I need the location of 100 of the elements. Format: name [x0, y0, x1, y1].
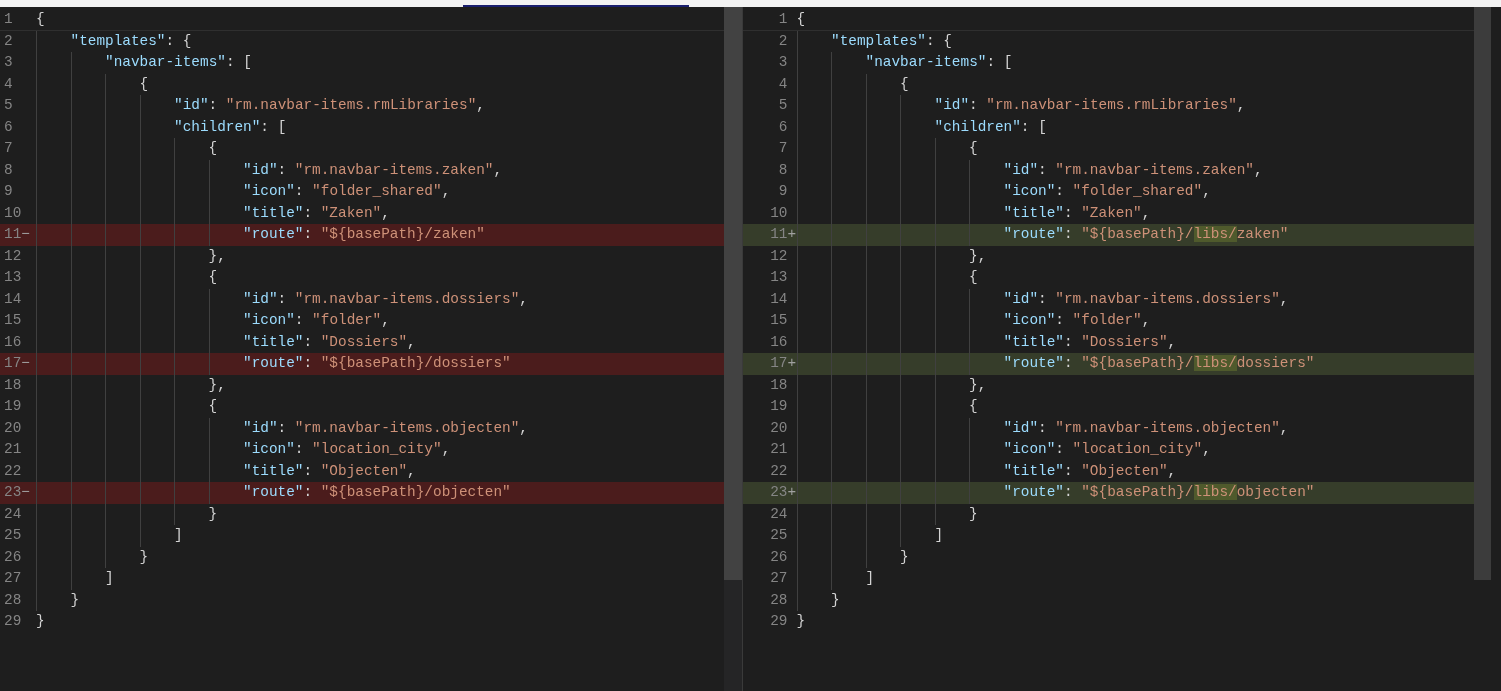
code-line: "title": "Objecten",: [1003, 461, 1177, 481]
code-line: }: [70, 590, 80, 610]
code-line: "title": "Dossiers",: [1003, 332, 1177, 352]
line-number: 25: [4, 526, 22, 545]
line-number: 15: [4, 311, 22, 330]
line-number: 16: [4, 332, 22, 352]
line-number: 19: [770, 397, 788, 416]
code-line: "id": "rm.navbar-items.objecten",: [1003, 418, 1289, 438]
code-line: "id": "rm.navbar-items.dossiers",: [243, 289, 528, 309]
code-line: "icon": "location_city",: [243, 440, 451, 459]
line-number: 10: [770, 203, 788, 223]
code-line: "title": "Zaken",: [1003, 203, 1151, 223]
code-line: "route": "${basePath}/zaken": [243, 225, 485, 244]
code-line: {: [208, 139, 218, 158]
line-number: 21: [4, 440, 22, 459]
code-line: {: [969, 268, 978, 287]
code-line: "title": "Objecten",: [243, 461, 416, 481]
line-number: 29: [770, 612, 788, 631]
code-line: {: [139, 74, 149, 94]
line-number: 26: [4, 547, 22, 567]
line-number: 12: [770, 246, 788, 266]
code-line: "route": "${basePath}/dossiers": [243, 354, 511, 373]
code-line: }: [900, 547, 909, 567]
code-line: "route": "${basePath}/objecten": [243, 483, 511, 502]
code-line: }: [969, 504, 978, 524]
code-line: },: [208, 246, 226, 266]
line-number: 22: [770, 461, 788, 481]
code-line: "icon": "folder",: [1003, 311, 1151, 330]
code-line: "id": "rm.navbar-items.rmLibraries",: [934, 96, 1246, 115]
line-number: 2: [4, 31, 13, 51]
code-line: "icon": "folder",: [243, 311, 390, 330]
code-line: }: [36, 612, 45, 631]
code-line: {: [36, 10, 45, 29]
scrollbar-thumb[interactable]: [723, 7, 742, 580]
line-number: 22: [4, 461, 22, 481]
code-line: "navbar-items": [: [105, 53, 252, 72]
line-number: 4: [4, 74, 13, 94]
code-line: "id": "rm.navbar-items.objecten",: [243, 418, 528, 438]
line-number: 27: [4, 569, 22, 588]
line-number: 14: [4, 289, 22, 309]
line-number: 4: [778, 74, 788, 94]
line-number: 2: [778, 31, 788, 51]
code-line: {: [796, 10, 806, 29]
line-number: 6: [4, 117, 13, 137]
code-line: {: [208, 397, 218, 416]
code-line: "id": "rm.navbar-items.zaken",: [1003, 160, 1263, 180]
line-number: 23: [770, 483, 788, 502]
line-number: 27: [770, 569, 788, 588]
diff-marker: −: [21, 483, 31, 502]
line-number: 28: [770, 590, 788, 610]
line-number: 15: [770, 311, 788, 330]
line-number: 12: [4, 246, 22, 266]
diff-marker: −: [21, 354, 31, 373]
line-number: 9: [778, 182, 788, 201]
line-number: 7: [4, 139, 13, 158]
line-number: 23: [4, 483, 22, 502]
code-line: "route": "${basePath}/libs/zaken": [1003, 225, 1289, 244]
line-number: 20: [770, 418, 788, 438]
line-number: 8: [4, 160, 13, 180]
line-number: 13: [4, 268, 22, 287]
code-line: "navbar-items": [: [865, 53, 1013, 72]
line-number: 14: [770, 289, 788, 309]
code-line: {: [208, 268, 218, 287]
code-line: {: [969, 139, 978, 158]
line-number: 8: [778, 160, 788, 180]
diff-marker: +: [787, 483, 797, 502]
code-line: }: [208, 504, 218, 524]
scrollbar-thumb[interactable]: [1474, 7, 1491, 580]
line-number: 20: [4, 418, 22, 438]
line-number: 18: [770, 375, 788, 395]
line-number: 3: [4, 53, 13, 72]
code-line: },: [969, 375, 987, 395]
line-number: 10: [4, 203, 22, 223]
line-number: 21: [770, 440, 788, 459]
code-line: {: [900, 74, 909, 94]
code-line: ]: [865, 569, 875, 588]
line-number: 18: [4, 375, 22, 395]
line-number: 6: [778, 117, 788, 137]
line-number: 5: [778, 96, 788, 115]
code-line: "id": "rm.navbar-items.zaken",: [243, 160, 503, 180]
code-line: "icon": "folder_shared",: [1003, 182, 1211, 201]
line-number: 24: [770, 504, 788, 524]
code-line: "route": "${basePath}/libs/objecten": [1003, 483, 1315, 502]
code-line: }: [796, 612, 806, 631]
diff-marker: +: [787, 225, 797, 244]
line-number: 29: [4, 612, 22, 631]
line-number: 19: [4, 397, 22, 416]
line-number: 1: [4, 10, 13, 29]
line-number: 16: [770, 332, 788, 352]
code-line: "title": "Zaken",: [243, 203, 390, 223]
diff-marker: −: [21, 225, 31, 244]
code-line: "children": [: [934, 117, 1047, 137]
code-line: "title": "Dossiers",: [243, 332, 416, 352]
line-number: 9: [4, 182, 13, 201]
code-line: ]: [934, 526, 944, 545]
code-line: "icon": "folder_shared",: [243, 182, 451, 201]
diff-marker: +: [787, 354, 797, 373]
line-number: 26: [770, 547, 788, 567]
code-line: ]: [174, 526, 183, 545]
code-line: "templates": {: [831, 31, 952, 51]
